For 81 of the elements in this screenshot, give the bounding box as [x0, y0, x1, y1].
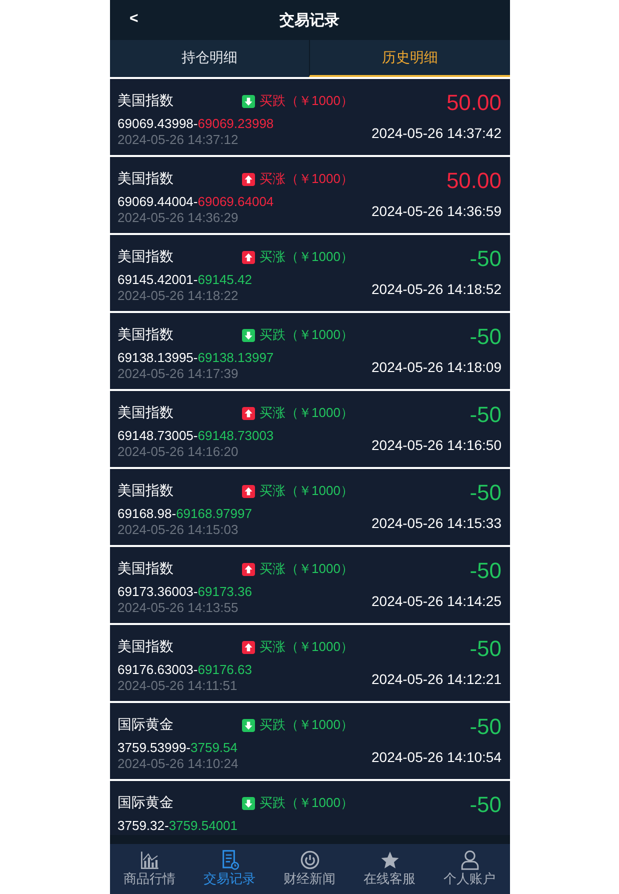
trade-type: 买涨（￥1000） [260, 638, 354, 656]
nav-item[interactable]: 交易记录 [190, 844, 270, 894]
price-range: 69138.13995-69138.13997 [118, 350, 275, 366]
instrument-name: 国际黄金 [118, 716, 174, 734]
profit-amount: -50 [470, 245, 502, 273]
price-range: 69173.36003-69173.36 [118, 584, 253, 600]
open-time: 2024-05-26 14:16:20 [118, 444, 240, 460]
trade-type: 买涨（￥1000） [260, 482, 354, 500]
price-range: 69148.73005-69148.73003 [118, 428, 275, 444]
document-clock-icon [220, 850, 240, 870]
close-time: 2024-05-26 14:18:09 [372, 359, 502, 375]
trade-row[interactable]: 美国指数 买涨（￥1000） 69176.63003-69176.63 2024-05-26 14:11:51 -50 2024-05-26 14:12:21 [110, 625, 510, 701]
trade-row[interactable]: 国际黄金 买跌（￥1000） 3759.53999-3759.54 2024-05-26 14:10:24 -50 2024-05-26 14:10:54 [110, 703, 510, 779]
page-title: 交易记录 [280, 10, 340, 30]
instrument-name: 国际黄金 [118, 794, 174, 812]
instrument-name: 美国指数 [118, 638, 174, 656]
trade-type: 买跌（￥1000） [260, 716, 354, 734]
price-range: 69176.63003-69176.63 [118, 662, 253, 678]
open-time: 2024-05-26 14:11:51 [118, 678, 238, 694]
price-range: 69168.98-69168.97997 [118, 506, 253, 522]
close-time: 2024-05-26 14:37:42 [372, 125, 502, 141]
price-range: 69069.44004-69069.64004 [118, 194, 275, 210]
instrument-name: 美国指数 [118, 326, 174, 344]
trade-row[interactable]: 美国指数 买涨（￥1000） 69168.98-69168.97997 2024-05-26 14:15:03 -50 2024-05-26 14:15:33 [110, 469, 510, 545]
open-time: 2024-05-26 14:18:22 [118, 288, 240, 304]
nav-item[interactable]: 在线客服 [350, 844, 430, 894]
back-button[interactable]: < [130, 10, 138, 27]
profit-amount: -50 [470, 557, 502, 585]
open-time: 2024-05-26 14:36:29 [118, 210, 240, 226]
close-time: 2024-05-26 14:10:54 [372, 749, 502, 765]
tab[interactable]: 持仓明细 [110, 40, 309, 77]
open-time: 2024-05-26 14:17:39 [118, 366, 240, 382]
nav-item[interactable]: 商品行情 [110, 844, 190, 894]
trade-row[interactable]: 国际黄金 买跌（￥1000） 3759.32-3759.54001 -50 [110, 781, 510, 835]
profit-amount: -50 [470, 323, 502, 351]
profit-amount: -50 [470, 791, 502, 819]
trade-row[interactable]: 美国指数 买涨（￥1000） 69145.42001-69145.42 2024-05-26 14:18:22 -50 2024-05-26 14:18:52 [110, 235, 510, 311]
trade-type: 买跌（￥1000） [260, 326, 354, 344]
trade-type: 买跌（￥1000） [260, 92, 354, 110]
user-icon [460, 850, 480, 870]
instrument-name: 美国指数 [118, 560, 174, 578]
open-time: 2024-05-26 14:15:03 [118, 522, 240, 538]
trade-type: 买涨（￥1000） [260, 560, 354, 578]
close-time: 2024-05-26 14:18:52 [372, 281, 502, 297]
instrument-name: 美国指数 [118, 482, 174, 500]
trade-row[interactable]: 美国指数 买涨（￥1000） 69148.73005-69148.73003 2024-05-26 14:16:20 -50 2024-05-26 14:16:50 [110, 391, 510, 467]
instrument-name: 美国指数 [118, 248, 174, 266]
close-time: 2024-05-26 14:16:50 [372, 437, 502, 453]
price-range: 3759.53999-3759.54 [118, 740, 239, 756]
trade-row[interactable]: 美国指数 买涨（￥1000） 69173.36003-69173.36 2024-05-26 14:13:55 -50 2024-05-26 14:14:25 [110, 547, 510, 623]
trade-row[interactable]: 美国指数 买涨（￥1000） 69069.44004-69069.64004 2024-05-26 14:36:29 50.00 2024-05-26 14:36:59 [110, 157, 510, 233]
price-range: 69145.42001-69145.42 [118, 272, 253, 288]
close-time: 2024-05-26 14:36:59 [372, 203, 502, 219]
close-time: 2024-05-26 14:14:25 [372, 593, 502, 609]
profit-amount: -50 [470, 479, 502, 507]
price-range: 69069.43998-69069.23998 [118, 116, 275, 132]
profit-amount: 50.00 [446, 89, 502, 117]
price-range: 3759.32-3759.54001 [118, 818, 239, 834]
trade-type: 买涨（￥1000） [260, 170, 354, 188]
trade-row[interactable]: 美国指数 买跌（￥1000） 69069.43998-69069.23998 2024-05-26 14:37:12 50.00 2024-05-26 14:37:42 [110, 79, 510, 155]
nav-item[interactable]: 个人账户 [430, 844, 510, 894]
instrument-name: 美国指数 [118, 170, 174, 188]
profit-amount: -50 [470, 401, 502, 429]
trade-type: 买涨（￥1000） [260, 248, 354, 266]
open-time: 2024-05-26 14:37:12 [118, 132, 240, 148]
instrument-name: 美国指数 [118, 92, 174, 110]
trade-type: 买涨（￥1000） [260, 404, 354, 422]
nav-item[interactable]: 财经新闻 [270, 844, 350, 894]
star-icon [380, 850, 400, 870]
power-icon [300, 850, 320, 870]
trade-type: 买跌（￥1000） [260, 794, 354, 812]
profit-amount: 50.00 [446, 167, 502, 195]
open-time: 2024-05-26 14:10:24 [118, 756, 240, 772]
instrument-name: 美国指数 [118, 404, 174, 422]
trade-row[interactable]: 美国指数 买跌（￥1000） 69138.13995-69138.13997 2024-05-26 14:17:39 -50 2024-05-26 14:18:09 [110, 313, 510, 389]
profit-amount: -50 [470, 635, 502, 663]
close-time: 2024-05-26 14:12:21 [372, 671, 502, 687]
profit-amount: -50 [470, 713, 502, 741]
open-time: 2024-05-26 14:13:55 [118, 600, 240, 616]
close-time: 2024-05-26 14:15:33 [372, 515, 502, 531]
bar-chart-icon [140, 850, 160, 870]
